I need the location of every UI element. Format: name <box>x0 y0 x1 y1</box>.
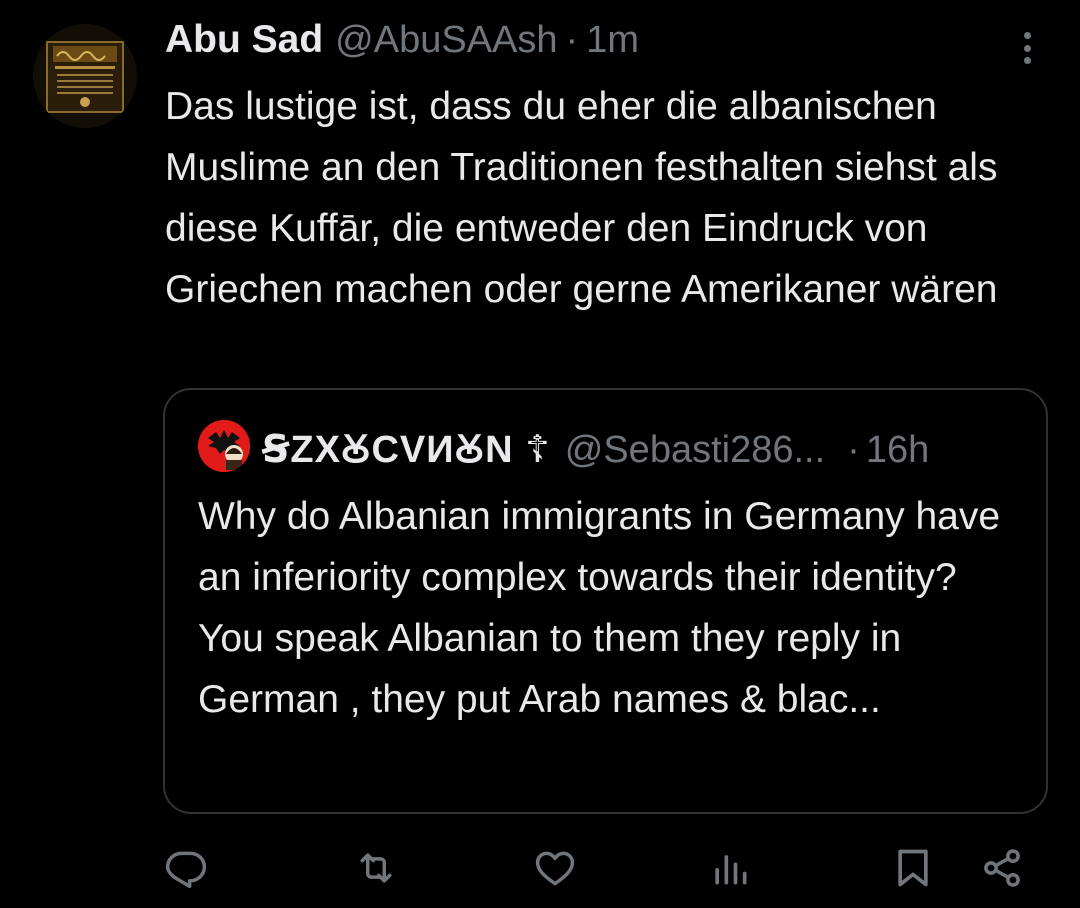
quoted-author-avatar[interactable] <box>198 420 250 472</box>
views-button[interactable] <box>702 840 758 896</box>
analytics-icon <box>715 855 747 885</box>
tweet-timestamp[interactable]: 1m <box>586 19 639 62</box>
tweet-text: Das lustige ist, dass du eher die albani… <box>165 85 998 311</box>
quoted-tweet-timestamp: 16h <box>865 429 930 471</box>
repost-button[interactable] <box>348 840 404 896</box>
quoted-author-handle[interactable]: @Sebasti286... <box>565 429 825 472</box>
bookmark-icon <box>898 849 928 887</box>
reply-button[interactable] <box>158 840 214 896</box>
author-avatar[interactable] <box>33 24 137 128</box>
share-icon <box>984 849 1020 887</box>
separator-dot: · <box>565 19 579 61</box>
share-button[interactable] <box>974 840 1030 896</box>
repost-icon <box>360 853 392 883</box>
eagle-flag-avatar-icon <box>198 420 250 472</box>
action-bar <box>0 840 1080 896</box>
more-options-icon[interactable] <box>1012 26 1042 70</box>
quoted-author-display-name[interactable]: ꞨZXꙊCVИꙊN ☦ <box>262 422 551 474</box>
quoted-tweet-text: Why do Albanian immigrants in Germany ha… <box>198 495 1001 721</box>
like-button[interactable] <box>527 840 583 896</box>
tweet: Abu Sad @AbuSAAsh · 1m Das lustige ist, … <box>0 0 1080 908</box>
quoted-tweet-header: ꞨZXꙊCVИꙊN ☦ @Sebasti286... · 16h <box>262 422 929 474</box>
heart-icon <box>535 851 575 886</box>
author-handle[interactable]: @AbuSAAsh <box>335 19 557 62</box>
more-dot <box>1023 32 1031 39</box>
reply-icon <box>165 851 207 889</box>
bookmark-button[interactable] <box>885 840 941 896</box>
more-dot <box>1023 57 1031 64</box>
quoted-tweet[interactable]: ꞨZXꙊCVИꙊN ☦ @Sebasti286... · 16h Why do … <box>163 388 1048 814</box>
more-dot <box>1023 44 1031 52</box>
framed-calligraphy-avatar-icon <box>33 24 137 128</box>
author-display-name[interactable]: Abu Sad <box>165 18 323 62</box>
tweet-header: Abu Sad @AbuSAAsh · 1m <box>165 18 639 68</box>
separator-dot: · <box>847 429 860 471</box>
